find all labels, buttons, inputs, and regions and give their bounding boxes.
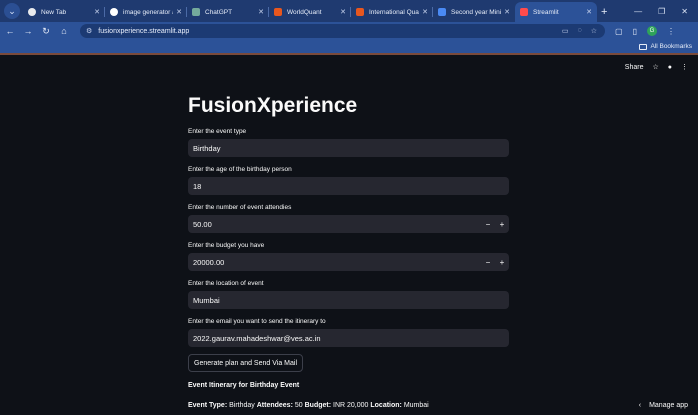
browser-tab[interactable]: image generator ai c ✕ [105, 2, 187, 22]
address-bar[interactable]: ⚙ fusionxperience.streamlit.app ▭ ◌ ☆ [80, 24, 605, 38]
menu-dots-icon[interactable]: ⋮ [667, 27, 675, 36]
close-icon[interactable]: ✕ [258, 8, 264, 16]
github-icon[interactable]: ● [668, 64, 672, 71]
all-bookmarks-button[interactable]: All Bookmarks [639, 43, 692, 50]
location-input[interactable]: Mumbai [188, 291, 509, 309]
new-tab-button[interactable]: + [601, 6, 607, 18]
close-icon[interactable]: ✕ [94, 8, 100, 16]
sidepanel-icon[interactable]: ▯ [633, 27, 637, 36]
back-icon[interactable]: ← [2, 26, 18, 36]
close-icon[interactable]: ✕ [340, 8, 346, 16]
app-header-actions: Share ☆ ● ⋮ [625, 63, 688, 72]
chrome-icon [28, 8, 36, 16]
decrement-button[interactable]: − [481, 215, 495, 233]
star-icon[interactable]: ☆ [652, 63, 658, 71]
worldquant-icon [356, 8, 364, 16]
increment-button[interactable]: + [495, 253, 509, 271]
browser-tab[interactable]: International Quant C ✕ [351, 2, 433, 22]
menu-dots-icon[interactable]: ⋮ [681, 63, 688, 71]
streamlit-icon [520, 8, 528, 16]
browser-tab[interactable]: New Tab ✕ [23, 2, 105, 22]
close-icon[interactable]: ✕ [504, 8, 510, 16]
close-icon[interactable]: ✕ [586, 8, 592, 16]
age-label: Enter the age of the birthday person [188, 166, 292, 173]
extensions-icon[interactable]: ▢ [615, 27, 623, 36]
chatgpt-icon [192, 8, 200, 16]
window-controls: — ❐ ✕ [634, 7, 698, 22]
attendees-label: Enter the number of event attendies [188, 204, 292, 211]
home-icon[interactable]: ⌂ [56, 26, 72, 36]
decrement-button[interactable]: − [481, 253, 495, 271]
browser-tab-active[interactable]: Streamlit ✕ [515, 2, 597, 22]
budget-label: Enter the budget you have [188, 242, 265, 249]
page-title: FusionXperience [188, 94, 358, 117]
event-type-input[interactable]: Birthday [188, 139, 509, 157]
share-button[interactable]: Share [625, 64, 644, 71]
folder-icon [639, 43, 648, 50]
profile-avatar[interactable]: G [646, 26, 657, 36]
location-label: Enter the location of event [188, 280, 264, 287]
worldquant-icon [274, 8, 282, 16]
google-icon [110, 8, 118, 16]
close-icon[interactable]: ✕ [176, 8, 182, 16]
minimize-icon[interactable]: — [634, 7, 642, 16]
increment-button[interactable]: + [495, 215, 509, 233]
cast-icon[interactable]: ▭ [562, 27, 569, 35]
tab-search-icon[interactable]: ⌄ [4, 3, 20, 19]
docs-icon [438, 8, 446, 16]
close-window-icon[interactable]: ✕ [681, 7, 688, 16]
browser-tab[interactable]: WorldQuant ✕ [269, 2, 351, 22]
site-info-icon[interactable]: ⚙ [86, 27, 92, 35]
attendees-number-input[interactable]: 50.00 − + [188, 215, 509, 233]
age-input[interactable]: 18 [188, 177, 509, 195]
browser-tab[interactable]: ChatGPT ✕ [187, 2, 269, 22]
itinerary-heading: Event Itinerary for Birthday Event [188, 382, 300, 389]
streamlit-app: Share ☆ ● ⋮ FusionXperience Enter the ev… [0, 57, 698, 415]
event-type-label: Enter the event type [188, 128, 247, 135]
forward-icon[interactable]: → [20, 26, 36, 36]
budget-number-input[interactable]: 20000.00 − + [188, 253, 509, 271]
bookmark-star-icon[interactable]: ☆ [591, 27, 597, 35]
manage-app-button[interactable]: ‹ Manage app [639, 402, 688, 409]
browser-tab[interactable]: Second year Mini Pr ✕ [433, 2, 515, 22]
email-label: Enter the email you want to send the iti… [188, 318, 326, 325]
browser-tab-strip: ⌄ New Tab ✕ image generator ai c ✕ ChatG… [0, 0, 698, 22]
email-input[interactable]: 2022.gaurav.mahadeshwar@ves.ac.in [188, 329, 509, 347]
eye-off-icon[interactable]: ◌ [578, 27, 582, 35]
close-icon[interactable]: ✕ [422, 8, 428, 16]
maximize-icon[interactable]: ❐ [658, 7, 665, 16]
itinerary-summary: Event Type: Birthday Attendees: 50 Budge… [188, 402, 429, 409]
reload-icon[interactable]: ↻ [38, 26, 54, 37]
bookmarks-bar: All Bookmarks [0, 40, 698, 55]
generate-plan-button[interactable]: Generate plan and Send Via Mail [188, 354, 303, 372]
browser-toolbar: ← → ↻ ⌂ ⚙ fusionxperience.streamlit.app … [0, 22, 698, 40]
chevron-left-icon: ‹ [638, 402, 642, 409]
url-text: fusionxperience.streamlit.app [98, 27, 190, 35]
